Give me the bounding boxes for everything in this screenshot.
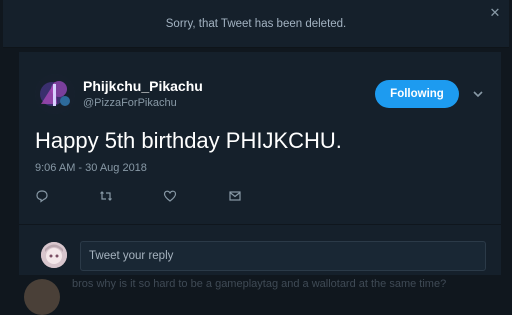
chevron-down-icon[interactable] — [471, 87, 485, 101]
tweet-timestamp[interactable]: 9:06 AM - 30 Aug 2018 — [35, 162, 147, 174]
banner-message: Sorry, that Tweet has been deleted. — [165, 18, 347, 30]
close-icon[interactable]: ✕ — [488, 6, 502, 20]
reply-icon[interactable] — [35, 189, 49, 203]
like-icon[interactable] — [163, 189, 177, 203]
retweet-icon[interactable] — [99, 189, 113, 203]
background-avatar — [24, 279, 60, 315]
reply-avatar — [41, 242, 67, 268]
tweet-actions — [35, 189, 265, 205]
deleted-tweet-banner: Sorry, that Tweet has been deleted. ✕ — [3, 0, 509, 48]
tweet-text: Happy 5th birthday PHIJKCHU. — [35, 128, 342, 153]
following-button[interactable]: Following — [375, 80, 459, 108]
display-name[interactable]: Phijkchu_Pikachu — [83, 78, 203, 94]
user-handle[interactable]: @PizzaForPikachu — [83, 97, 177, 109]
avatar[interactable] — [35, 74, 75, 114]
reply-input[interactable] — [81, 242, 485, 270]
tweet-card: Phijkchu_Pikachu @PizzaForPikachu Follow… — [18, 51, 502, 276]
divider — [19, 224, 501, 225]
reply-input-container[interactable] — [80, 241, 486, 271]
background-tweet-text: bros why is it so hard to be a gameplayt… — [72, 278, 447, 290]
message-icon[interactable] — [228, 189, 242, 203]
